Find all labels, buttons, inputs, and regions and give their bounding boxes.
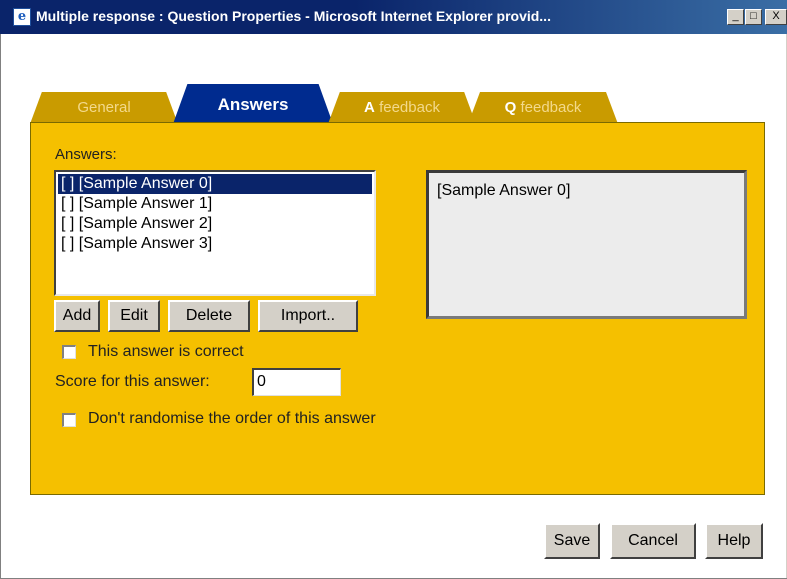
score-input[interactable]: 0: [252, 368, 341, 396]
tab-q-feedback-label: feedback: [520, 99, 582, 116]
correct-answer-checkbox[interactable]: [62, 345, 76, 359]
score-label: Score for this answer:: [55, 373, 210, 390]
ie-icon[interactable]: e: [13, 8, 31, 26]
window-title: Multiple response : Question Properties …: [36, 8, 551, 24]
add-button[interactable]: Add: [54, 300, 100, 332]
a-glyph-icon: A: [364, 99, 375, 116]
answer-item-2[interactable]: [ ] [Sample Answer 2]: [58, 214, 372, 234]
delete-button[interactable]: Delete: [168, 300, 250, 332]
tab-general-label: General: [77, 99, 131, 116]
maximize-button[interactable]: □: [745, 9, 762, 25]
tab-answers[interactable]: Answers: [173, 84, 333, 124]
answer-item-1[interactable]: [ ] [Sample Answer 1]: [58, 194, 372, 214]
close-button[interactable]: X: [765, 9, 787, 25]
tab-a-feedback[interactable]: A feedback: [328, 92, 476, 124]
tab-a-feedback-label: feedback: [379, 99, 440, 116]
title-bar: e Multiple response : Question Propertie…: [0, 0, 787, 34]
tab-general[interactable]: General: [30, 92, 178, 124]
randomise-checkbox[interactable]: [62, 413, 76, 427]
import-button[interactable]: Import..: [258, 300, 358, 332]
tab-q-feedback[interactable]: Q feedback: [468, 92, 618, 124]
answer-item-0[interactable]: [ ] [Sample Answer 0]: [58, 174, 372, 194]
randomise-label: Don't randomise the order of this answer: [88, 410, 376, 427]
window-frame-left: [0, 34, 1, 579]
q-glyph-icon: Q: [504, 99, 517, 116]
help-button[interactable]: Help: [705, 523, 763, 559]
save-button[interactable]: Save: [544, 523, 600, 559]
answer-preview-text: [Sample Answer 0]: [437, 182, 571, 199]
answer-item-3[interactable]: [ ] [Sample Answer 3]: [58, 234, 372, 254]
tab-strip: General Answers A feedback Q feedback: [30, 84, 770, 124]
minimize-button[interactable]: _: [727, 9, 744, 25]
answers-listbox[interactable]: [ ] [Sample Answer 0] [ ] [Sample Answer…: [54, 170, 376, 296]
correct-answer-label: This answer is correct: [88, 343, 244, 360]
answer-preview: [Sample Answer 0]: [426, 170, 747, 319]
answers-heading: Answers:: [55, 146, 117, 163]
cancel-button[interactable]: Cancel: [610, 523, 696, 559]
edit-button[interactable]: Edit: [108, 300, 160, 332]
tab-answers-label: Answers: [217, 95, 289, 114]
